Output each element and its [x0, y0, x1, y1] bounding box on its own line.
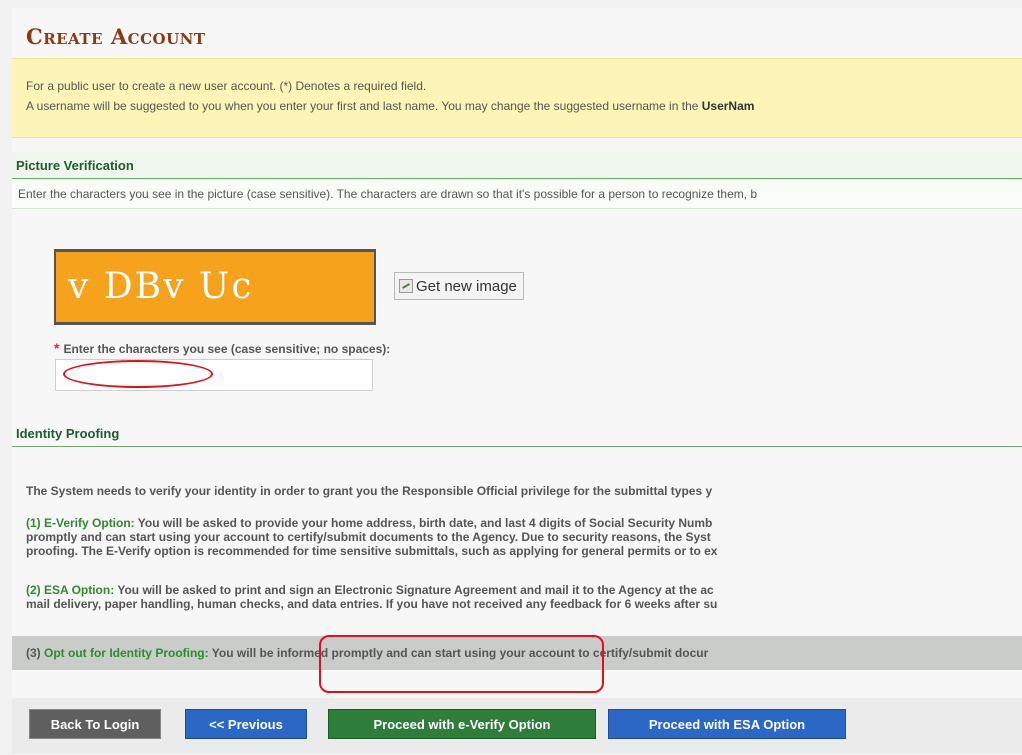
- get-new-image-button[interactable]: Get new image: [394, 272, 524, 300]
- opt-out-option-bar: (3) Opt out for Identity Proofing: You w…: [12, 636, 1022, 670]
- get-new-image-label: Get new image: [416, 277, 517, 295]
- captcha-image: v DBv Uc: [56, 252, 374, 322]
- picture-verification-heading-text: Picture Verification: [16, 158, 134, 173]
- esa-option-line-2: mail delivery, paper handling, human che…: [26, 597, 718, 611]
- captcha-input[interactable]: [55, 359, 373, 391]
- everify-option-line-1-text: You will be asked to provide your home a…: [134, 516, 713, 530]
- picture-verification-heading: Picture Verification: [12, 152, 1022, 179]
- picture-verification-description: Enter the characters you see in the pict…: [12, 180, 1022, 209]
- broken-image-icon: [399, 279, 413, 293]
- create-account-panel: Create Account For a public user to crea…: [12, 8, 1022, 755]
- opt-out-prefix: (3): [26, 646, 44, 660]
- notice-line-2: A username will be suggested to you when…: [26, 99, 754, 113]
- notice-username-bold: UserNam: [701, 99, 755, 113]
- captcha-field-label: * Enter the characters you see (case sens…: [54, 340, 390, 356]
- esa-option-description: (2) ESA Option: You will be asked to pri…: [26, 583, 717, 611]
- esa-option-line-1: (2) ESA Option: You will be asked to pri…: [26, 583, 717, 597]
- opt-out-option-title: Opt out for Identity Proofing:: [44, 646, 209, 660]
- action-button-bar: Back To Login << Previous Proceed with e…: [12, 698, 1022, 754]
- captcha-text: v DBv Uc: [68, 266, 254, 307]
- captcha-field-label-text: Enter the characters you see (case sensi…: [63, 342, 391, 356]
- notice-line-1: For a public user to create a new user a…: [26, 79, 427, 93]
- notice-line-2-text: A username will be suggested to you when…: [26, 99, 702, 113]
- esa-option-title: (2) ESA Option:: [26, 583, 115, 597]
- esa-option-line-1-text: You will be asked to print and sign an E…: [114, 583, 714, 597]
- picture-verification-description-text: Enter the characters you see in the pict…: [18, 187, 758, 201]
- opt-out-option-description: (3) Opt out for Identity Proofing: You w…: [26, 646, 708, 660]
- everify-option-title: (1) E-Verify Option:: [26, 516, 135, 530]
- everify-option-line-1: (1) E-Verify Option: You will be asked t…: [26, 516, 717, 530]
- proceed-esa-button[interactable]: Proceed with ESA Option: [608, 709, 846, 739]
- page-title: Create Account: [26, 24, 206, 49]
- back-to-login-button[interactable]: Back To Login: [29, 709, 161, 739]
- identity-proofing-heading: Identity Proofing: [12, 420, 1022, 447]
- identity-proofing-intro: The System needs to verify your identity…: [26, 484, 713, 498]
- previous-button[interactable]: << Previous: [185, 709, 307, 739]
- proceed-everify-button[interactable]: Proceed with e-Verify Option: [328, 709, 596, 739]
- info-notice: For a public user to create a new user a…: [12, 58, 1022, 138]
- everify-option-line-3: proofing. The E-Verify option is recomme…: [26, 544, 718, 558]
- identity-proofing-heading-text: Identity Proofing: [16, 426, 120, 441]
- opt-out-option-text: You will be informed promptly and can st…: [208, 646, 709, 660]
- everify-option-description: (1) E-Verify Option: You will be asked t…: [26, 516, 717, 558]
- required-marker: *: [54, 340, 60, 356]
- everify-option-line-2: promptly and can start using your accoun…: [26, 530, 711, 544]
